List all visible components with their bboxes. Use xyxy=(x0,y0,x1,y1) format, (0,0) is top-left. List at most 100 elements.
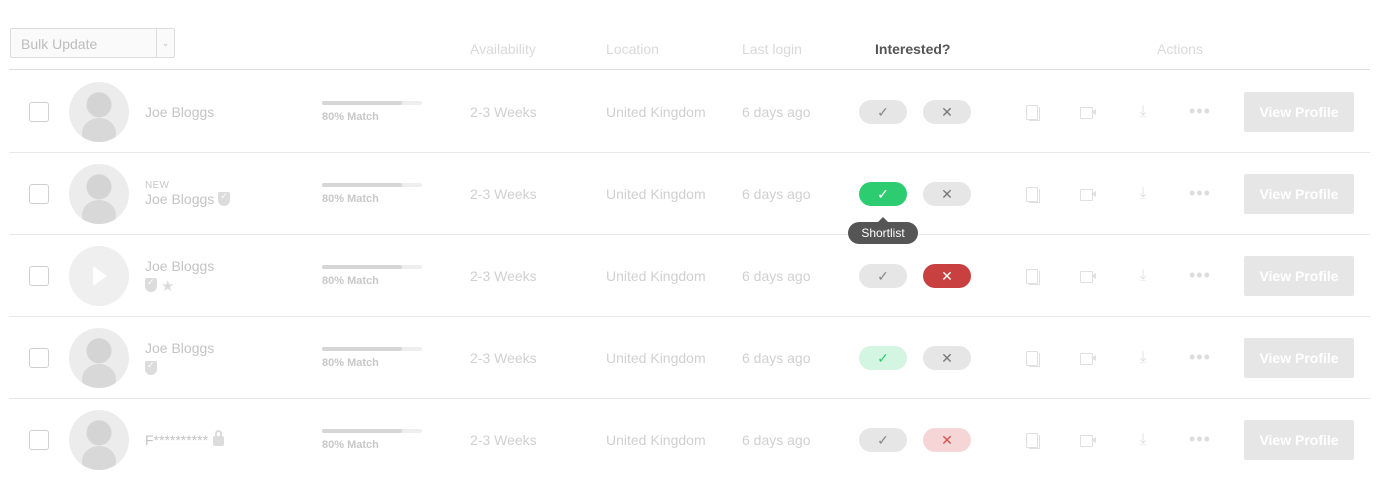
document-icon[interactable] xyxy=(1024,268,1040,285)
more-options-icon[interactable]: ••• xyxy=(1189,184,1211,202)
candidate-badges xyxy=(145,360,157,378)
bulk-update-select[interactable]: Bulk Update ⌄ xyxy=(10,28,175,58)
more-options-icon[interactable]: ••• xyxy=(1189,266,1211,284)
interested-yes-button[interactable]: ✓ xyxy=(859,182,907,206)
interested-yes-button[interactable]: ✓ xyxy=(859,428,907,452)
availability-cell: 2-3 Weeks xyxy=(470,186,537,202)
download-icon[interactable]: ⤓ xyxy=(1135,432,1151,448)
avatar[interactable] xyxy=(69,410,129,470)
match-label: 80% Match xyxy=(322,111,379,123)
view-profile-button[interactable]: View Profile xyxy=(1244,420,1354,460)
row-checkbox[interactable] xyxy=(29,102,49,122)
document-icon[interactable] xyxy=(1024,350,1040,367)
location-cell: United Kingdom xyxy=(606,350,706,366)
more-options-icon[interactable]: ••• xyxy=(1189,430,1211,448)
view-profile-button[interactable]: View Profile xyxy=(1244,256,1354,296)
match-bar-fill xyxy=(322,347,402,351)
video-camera-icon[interactable] xyxy=(1080,186,1096,202)
match-bar xyxy=(322,347,422,351)
video-camera-icon[interactable] xyxy=(1080,104,1096,120)
candidate-name-wrap[interactable]: F********** xyxy=(145,430,225,448)
match-bar-fill xyxy=(322,265,402,269)
more-options-icon[interactable]: ••• xyxy=(1189,102,1211,120)
play-icon[interactable] xyxy=(93,266,107,286)
row-checkbox[interactable] xyxy=(29,348,49,368)
row-checkbox[interactable] xyxy=(29,266,49,286)
match-bar xyxy=(322,183,422,187)
match-bar xyxy=(322,101,422,105)
avatar[interactable] xyxy=(69,164,129,224)
match-bar-fill xyxy=(322,429,402,433)
bulk-update-label: Bulk Update xyxy=(21,36,98,52)
view-profile-button[interactable]: View Profile xyxy=(1244,92,1354,132)
location-cell: United Kingdom xyxy=(606,186,706,202)
star-icon: ★ xyxy=(161,278,175,295)
check-icon: ✓ xyxy=(877,186,889,202)
match-label: 80% Match xyxy=(322,439,379,451)
availability-cell: 2-3 Weeks xyxy=(470,268,537,284)
match-bar-fill xyxy=(322,183,402,187)
location-cell: United Kingdom xyxy=(606,432,706,448)
close-icon: ✕ xyxy=(941,268,953,284)
new-badge: NEW xyxy=(145,180,170,191)
download-icon[interactable]: ⤓ xyxy=(1135,350,1151,366)
view-profile-button[interactable]: View Profile xyxy=(1244,338,1354,378)
column-header-last-login[interactable]: Last login xyxy=(742,41,802,57)
interested-no-button[interactable]: ✕ xyxy=(923,428,971,452)
video-avatar[interactable] xyxy=(69,246,129,306)
interested-no-button[interactable]: ✕ xyxy=(923,346,971,370)
candidate-name[interactable]: Joe Bloggs xyxy=(145,104,214,120)
match-bar-fill xyxy=(322,101,402,105)
interested-yes-button[interactable]: ✓ xyxy=(859,264,907,288)
document-icon[interactable] xyxy=(1024,186,1040,203)
download-icon[interactable]: ⤓ xyxy=(1135,268,1151,284)
last-login-cell: 6 days ago xyxy=(742,350,811,366)
document-icon[interactable] xyxy=(1024,104,1040,121)
video-camera-icon[interactable] xyxy=(1080,350,1096,366)
last-login-cell: 6 days ago xyxy=(742,268,811,284)
table-row: Joe Bloggs 80% Match 2-3 Weeks United Ki… xyxy=(9,317,1370,399)
interested-no-button[interactable]: ✕ xyxy=(923,100,971,124)
close-icon: ✕ xyxy=(941,432,953,448)
interested-no-button[interactable]: ✕ xyxy=(923,264,971,288)
more-options-icon[interactable]: ••• xyxy=(1189,348,1211,366)
availability-cell: 2-3 Weeks xyxy=(470,350,537,366)
candidate-name[interactable]: Joe Bloggs xyxy=(145,258,214,274)
candidate-name: Joe Bloggs xyxy=(145,191,215,207)
candidate-name-wrap[interactable]: Joe Bloggs xyxy=(145,191,231,207)
candidate-name: F********** xyxy=(145,432,209,448)
avatar[interactable] xyxy=(69,328,129,388)
verified-shield-icon xyxy=(218,191,231,206)
chevron-down-icon[interactable]: ⌄ xyxy=(156,29,174,57)
avatar[interactable] xyxy=(69,82,129,142)
table-row: Joe Bloggs ★ 80% Match 2-3 Weeks United … xyxy=(9,235,1370,317)
view-profile-button[interactable]: View Profile xyxy=(1244,174,1354,214)
interested-yes-button[interactable]: ✓ xyxy=(859,346,907,370)
column-header-availability[interactable]: Availability xyxy=(470,41,536,57)
document-icon[interactable] xyxy=(1024,432,1040,449)
video-camera-icon[interactable] xyxy=(1080,268,1096,284)
candidate-name[interactable]: Joe Bloggs xyxy=(145,340,214,356)
interested-no-button[interactable]: ✕ xyxy=(923,182,971,206)
column-header-location[interactable]: Location xyxy=(606,41,659,57)
table-row: NEW Joe Bloggs 80% Match 2-3 Weeks Unite… xyxy=(9,153,1370,244)
availability-cell: 2-3 Weeks xyxy=(470,104,537,120)
video-camera-icon[interactable] xyxy=(1080,432,1096,448)
verified-shield-icon xyxy=(145,277,157,292)
download-icon[interactable]: ⤓ xyxy=(1135,104,1151,120)
check-icon: ✓ xyxy=(877,350,889,366)
row-checkbox[interactable] xyxy=(29,430,49,450)
row-checkbox[interactable] xyxy=(29,184,49,204)
table-row: Joe Bloggs 80% Match 2-3 Weeks United Ki… xyxy=(9,71,1370,153)
location-cell: United Kingdom xyxy=(606,104,706,120)
last-login-cell: 6 days ago xyxy=(742,104,811,120)
interested-yes-button[interactable]: ✓ xyxy=(859,100,907,124)
match-label: 80% Match xyxy=(322,275,379,287)
lock-icon xyxy=(213,430,225,446)
check-icon: ✓ xyxy=(877,432,889,448)
download-icon[interactable]: ⤓ xyxy=(1135,186,1151,202)
table-row: F********** 80% Match 2-3 Weeks United K… xyxy=(9,399,1370,479)
last-login-cell: 6 days ago xyxy=(742,186,811,202)
verified-shield-icon xyxy=(145,360,157,375)
table-header: Bulk Update ⌄ Availability Location Last… xyxy=(0,0,1380,70)
